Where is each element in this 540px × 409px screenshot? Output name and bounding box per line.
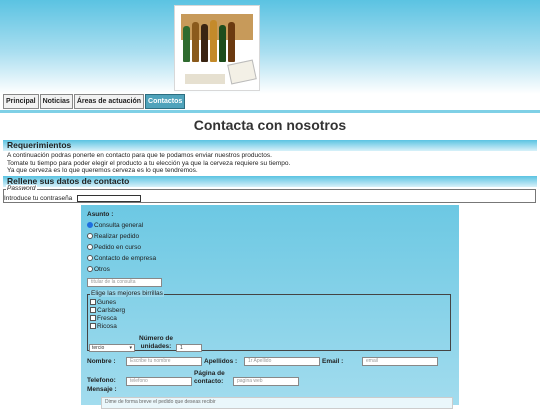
birra-label: Ricosa bbox=[97, 323, 117, 330]
asunto-option-label: Realizar pedido bbox=[94, 233, 140, 240]
asunto-option-en-curso[interactable]: Pedido en curso bbox=[87, 244, 141, 251]
site-header bbox=[0, 0, 540, 94]
tipo-select[interactable]: tercio ▾ bbox=[89, 344, 135, 352]
pagina-input[interactable]: pagina web bbox=[233, 377, 299, 386]
header-logo-image bbox=[174, 5, 260, 91]
asunto-option-label: Otros bbox=[94, 266, 110, 273]
titular-input[interactable]: titular de la consulta bbox=[87, 278, 162, 287]
nav-tab-principal[interactable]: Principal bbox=[3, 94, 39, 109]
bottle-graphic bbox=[201, 24, 208, 62]
birra-label: Carlsberg bbox=[97, 307, 126, 314]
nav-tab-areas[interactable]: Áreas de actuación bbox=[73, 94, 145, 109]
page-title: Contacta con nosotros bbox=[193, 117, 347, 133]
apellidos-label: Apellidos : bbox=[204, 358, 238, 365]
asunto-option-pedido[interactable]: Realizar pedido bbox=[87, 233, 139, 240]
asunto-option-otros[interactable]: Otros bbox=[87, 266, 110, 273]
pagina-label: Página de contacto: bbox=[194, 370, 225, 385]
bottle-graphic bbox=[192, 22, 199, 62]
nav-tab-contactos[interactable]: Contactos bbox=[145, 94, 186, 109]
asunto-option-consulta[interactable]: Consulta general bbox=[87, 222, 143, 229]
password-input[interactable] bbox=[77, 195, 141, 202]
requirements-heading: Requerimientos bbox=[3, 140, 537, 151]
contact-form: Asunto : Consulta general Realizar pedid… bbox=[81, 205, 459, 409]
logo-tray-graphic bbox=[185, 74, 225, 84]
asunto-option-label: Contacto de empresa bbox=[94, 255, 157, 262]
main-nav: Principal Noticias Áreas de actuación Co… bbox=[3, 94, 186, 109]
form-section-heading: Rellene sus datos de contacto bbox=[3, 176, 537, 187]
password-legend: Password bbox=[6, 185, 37, 192]
birra-label: Fresca bbox=[97, 315, 117, 322]
birra-option-carlsberg[interactable]: Carlsberg bbox=[90, 307, 125, 314]
email-input[interactable]: email bbox=[362, 357, 438, 366]
requirements-line: Tomate tu tiempo para poder elegir el pr… bbox=[7, 159, 291, 167]
password-label: Introduce tu contraseña bbox=[4, 195, 73, 202]
requirements-line: Ya que cerveza es lo que queremos cervez… bbox=[7, 167, 198, 174]
birras-legend: Elige las mejores birrillas bbox=[90, 290, 164, 297]
checkbox-icon[interactable] bbox=[90, 307, 96, 314]
unidades-input[interactable]: 1 bbox=[176, 344, 202, 352]
birra-option-fresca[interactable]: Fresca bbox=[90, 315, 117, 322]
birra-label: Gunes bbox=[97, 299, 117, 306]
nombre-label: Nombre : bbox=[87, 358, 116, 365]
tipo-select-value: tercio bbox=[92, 345, 105, 351]
nombre-input[interactable]: Escribe tu nombre bbox=[126, 357, 202, 366]
radio-selected-icon[interactable] bbox=[87, 222, 93, 229]
nav-tab-noticias[interactable]: Noticias bbox=[39, 94, 73, 109]
mensaje-label: Mensaje : bbox=[87, 386, 117, 393]
checkbox-icon[interactable] bbox=[90, 323, 96, 330]
checkbox-icon[interactable] bbox=[90, 299, 96, 306]
asunto-option-label: Pedido en curso bbox=[94, 244, 141, 251]
requirements-text: A continuación podras ponerte en contact… bbox=[7, 152, 290, 175]
birra-option-gunes[interactable]: Gunes bbox=[90, 299, 116, 306]
birras-fieldset: Elige las mejores birrillas Gunes Carlsb… bbox=[87, 290, 451, 352]
birra-option-ricosa[interactable]: Ricosa bbox=[90, 323, 117, 330]
apellidos-input[interactable]: 1r Apellido bbox=[244, 357, 320, 366]
asunto-label: Asunto : bbox=[87, 211, 114, 218]
logo-card-graphic bbox=[227, 59, 257, 85]
header-divider bbox=[0, 110, 540, 113]
asunto-option-empresa[interactable]: Contacto de empresa bbox=[87, 255, 156, 262]
bottle-graphic bbox=[210, 20, 217, 62]
bottle-graphic bbox=[219, 25, 226, 62]
asunto-option-label: Consulta general bbox=[94, 222, 144, 229]
radio-icon[interactable] bbox=[87, 266, 93, 273]
email-label: Email : bbox=[322, 358, 344, 365]
bottle-graphic bbox=[228, 22, 235, 62]
mensaje-textarea[interactable]: Dime de forma breve el pedido que deseas… bbox=[101, 397, 453, 409]
bottle-graphic bbox=[183, 26, 190, 62]
telefono-input[interactable]: telefono bbox=[126, 377, 192, 386]
unidades-label: Número de unidades: bbox=[139, 335, 173, 350]
radio-icon[interactable] bbox=[87, 255, 93, 262]
chevron-down-icon: ▾ bbox=[129, 345, 132, 351]
checkbox-icon[interactable] bbox=[90, 315, 96, 322]
password-fieldset: Password Introduce tu contraseña bbox=[3, 185, 536, 203]
requirements-line: A continuación podras ponerte en contact… bbox=[7, 152, 272, 159]
radio-icon[interactable] bbox=[87, 233, 93, 240]
radio-icon[interactable] bbox=[87, 244, 93, 251]
telefono-label: Telefono: bbox=[87, 377, 116, 384]
